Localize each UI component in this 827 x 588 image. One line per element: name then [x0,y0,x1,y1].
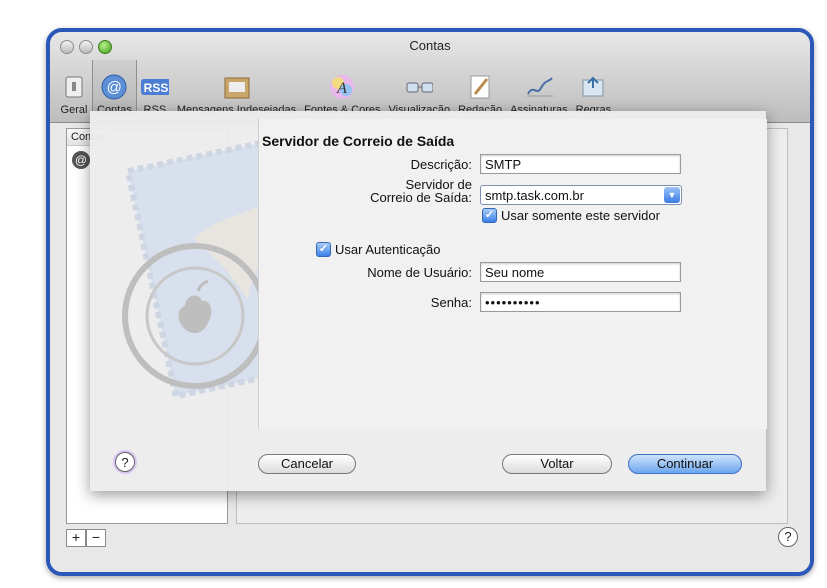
use-authentication-label: Usar Autenticação [335,242,441,257]
toolbar-item-visualizacao[interactable]: Visualização [385,60,455,116]
checkmark-icon[interactable]: ✓ [482,208,497,223]
junk-mail-icon [222,74,250,100]
rules-icon [579,74,607,100]
password-field[interactable]: •••••••••• [480,292,681,312]
server-label-line2: Correio de Saída: [370,190,472,205]
add-account-button[interactable]: + [66,529,86,547]
help-button[interactable]: ? [778,527,798,547]
description-field[interactable]: SMTP [480,154,681,174]
checkmark-icon[interactable]: ✓ [316,242,331,257]
only-this-server-label: Usar somente este servidor [501,208,660,223]
username-label: Nome de Usuário: [367,265,472,280]
toolbar-item-geral[interactable]: Geral [56,60,92,116]
remove-account-button[interactable]: − [86,529,106,547]
toolbar-item-redacao[interactable]: Redação [454,60,506,116]
cancel-button[interactable]: Cancelar [258,454,356,474]
use-authentication-checkbox[interactable]: ✓ Usar Autenticação [316,242,441,257]
sheet-heading: Servidor de Correio de Saída [262,133,455,149]
pencil-icon [466,74,494,100]
outgoing-server-combobox[interactable]: smtp.task.com.br ▼ [480,185,682,205]
switch-icon [60,74,88,100]
toolbar-item-rss[interactable]: RSS RSS [137,60,173,116]
outgoing-server-value: smtp.task.com.br [485,188,584,203]
back-button[interactable]: Voltar [502,454,612,474]
description-label: Descrição: [410,157,472,172]
glasses-icon [405,74,434,100]
window-title: Contas [409,38,451,53]
continue-button[interactable]: Continuar [628,454,742,474]
server-label: Servidor de Correio de Saída: [352,178,472,204]
add-remove-controls: + − [66,529,106,547]
signature-icon [525,74,553,100]
only-this-server-checkbox[interactable]: ✓ Usar somente este servidor [482,208,660,223]
toolbar-label: Geral [60,104,88,116]
svg-text:A: A [336,80,347,97]
outgoing-server-sheet: Servidor de Correio de Saída Descrição: … [90,111,767,491]
toolbar-item-assinaturas[interactable]: Assinaturas [506,60,571,116]
toolbar-item-regras[interactable]: Regras [572,60,615,116]
toolbar: Geral @ Contas RSS RSS Mensagens Indesej… [56,58,615,116]
fonts-colors-icon: A [328,74,356,100]
svg-text:@: @ [75,153,87,167]
at-sign-icon: @ [100,74,128,100]
svg-text:RSS: RSS [144,81,169,95]
chevron-down-icon[interactable]: ▼ [664,187,680,203]
svg-text:@: @ [107,79,122,96]
at-sign-icon: @ [72,151,90,169]
toolbar-item-junk[interactable]: Mensagens Indesejadas [173,60,300,116]
password-label: Senha: [430,295,472,310]
sheet-help-button[interactable]: ? [115,452,135,472]
toolbar-item-contas[interactable]: @ Contas [92,60,137,116]
toolbar-item-fonts[interactable]: A Fontes & Cores [300,60,384,116]
rss-icon: RSS [140,74,169,100]
username-field[interactable]: Seu nome [480,262,681,282]
window-titlebar: Contas Geral @ Contas RSS RSS Mensagens … [50,32,810,123]
